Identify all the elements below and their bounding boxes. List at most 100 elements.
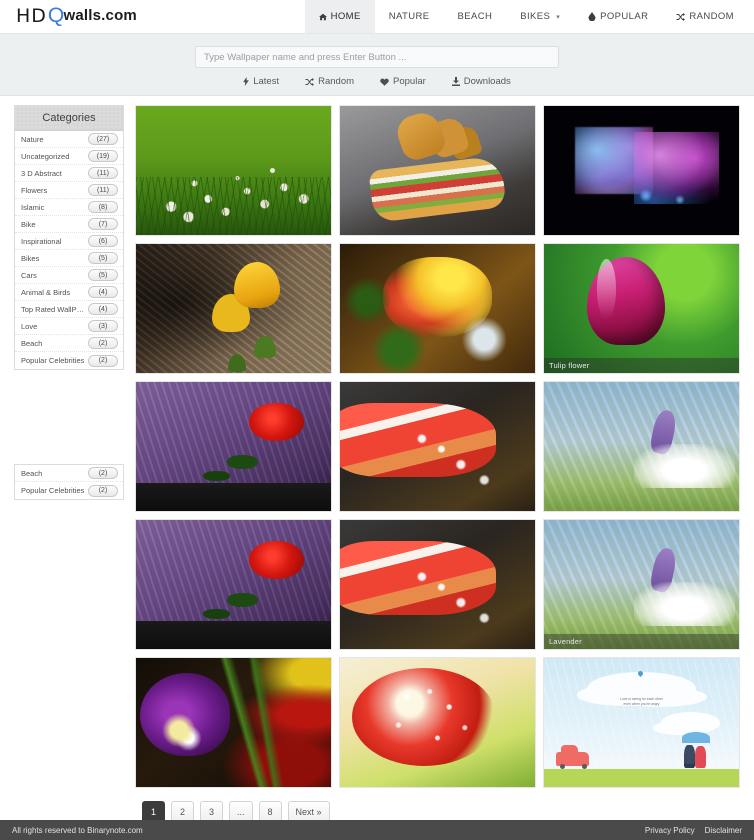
- sidebar-item-inspirational[interactable]: Inspirational (6): [15, 233, 123, 250]
- sidebar-item-cars[interactable]: Cars (5): [15, 267, 123, 284]
- category-count-badge: (8): [88, 201, 118, 213]
- wallpaper-tile[interactable]: [135, 243, 332, 374]
- nav-label-bikes: BIKES: [520, 11, 551, 22]
- category-count-badge: (5): [88, 252, 118, 264]
- categories-panel: Categories Nature (27) Uncategorized (19…: [14, 105, 124, 370]
- sidebar-item-uncategorized[interactable]: Uncategorized (19): [15, 148, 123, 165]
- category-count-badge: (2): [88, 484, 118, 497]
- wallpaper-tile[interactable]: Lavender: [543, 519, 740, 650]
- cartoon-quote-line2: even when you're angry: [623, 701, 660, 706]
- nav-item-nature[interactable]: NATURE: [375, 0, 444, 33]
- filter-links: Latest Random Popular Downloads: [0, 76, 754, 87]
- wallpaper-tile[interactable]: [135, 519, 332, 650]
- wallpaper-thumbnail: [544, 106, 739, 235]
- nav-label-beach: BEACH: [457, 11, 493, 22]
- wallpaper-thumbnail: [136, 520, 331, 649]
- wallpaper-thumbnail: [136, 244, 331, 373]
- filter-popular[interactable]: Popular: [380, 76, 426, 87]
- sidebar-item-nature[interactable]: Nature (27): [15, 131, 123, 148]
- category-count-badge: (4): [88, 303, 118, 315]
- wallpaper-tile[interactable]: Tulip flower: [543, 243, 740, 374]
- nav-item-popular[interactable]: POPULAR: [574, 0, 662, 33]
- sidebar-item-bikes[interactable]: Bikes (5): [15, 250, 123, 267]
- nav-item-home[interactable]: HOME: [304, 0, 375, 33]
- categories-overflow-panel: Beach (2) Popular Celebrities (2): [14, 464, 124, 500]
- category-label: 3 D Abstract: [21, 168, 62, 178]
- category-count-badge: (11): [88, 184, 118, 196]
- nav-item-beach[interactable]: BEACH: [444, 0, 507, 33]
- nav-item-random[interactable]: RANDOM: [662, 0, 748, 33]
- sidebar-item-animal-birds[interactable]: Animal & Birds (4): [15, 284, 123, 301]
- wallpaper-thumbnail: [136, 658, 331, 787]
- sidebar-item-beach[interactable]: Beach (2): [15, 335, 123, 352]
- wallpaper-tile[interactable]: [135, 381, 332, 512]
- category-label: Uncategorized: [21, 151, 70, 161]
- wallpaper-tile[interactable]: [135, 657, 332, 788]
- site-logo[interactable]: HD Qwalls.com: [0, 0, 137, 33]
- sidebar: Categories Nature (27) Uncategorized (19…: [14, 105, 124, 820]
- category-count-badge: (2): [88, 467, 118, 479]
- category-label: Beach: [21, 468, 43, 478]
- search-input[interactable]: [195, 46, 559, 68]
- nav-items: HOME NATURE BEACH BIKES ▾ POPULAR RANDOM: [304, 0, 754, 33]
- wallpaper-thumbnail: Love is caring for each other even when …: [544, 658, 739, 787]
- droplet-icon: [588, 12, 596, 21]
- shuffle-icon: [676, 12, 686, 21]
- sidebar-item-3d-abstract[interactable]: 3 D Abstract (11): [15, 165, 123, 182]
- footer-link-disclaimer[interactable]: Disclaimer: [705, 826, 742, 835]
- category-label: Animal & Birds: [21, 287, 71, 297]
- wallpaper-thumbnail: [544, 520, 739, 649]
- main-content: Categories Nature (27) Uncategorized (19…: [0, 96, 754, 823]
- footer-copyright: All rights reserved to Binarynote.com: [12, 825, 143, 835]
- sidebar-overflow-item-beach[interactable]: Beach (2): [15, 465, 123, 482]
- wallpaper-tile[interactable]: [135, 105, 332, 236]
- car-icon: [555, 744, 589, 770]
- sidebar-item-top-rated-wallpaper[interactable]: Top Rated WallPaper (4): [15, 301, 123, 318]
- sidebar-item-flowers[interactable]: Flowers (11): [15, 182, 123, 199]
- filter-label-popular: Popular: [393, 76, 426, 87]
- download-icon: [451, 77, 460, 86]
- category-count-badge: (3): [88, 320, 118, 332]
- wallpaper-tile[interactable]: [339, 381, 536, 512]
- page-root: HDQwalls.com HOME NATURE BEACH BIKES ▾: [0, 0, 754, 840]
- filter-random[interactable]: Random: [305, 76, 354, 87]
- wallpaper-tile[interactable]: [543, 105, 740, 236]
- cloud-icon: [661, 712, 720, 735]
- category-count-badge: (6): [88, 235, 118, 247]
- wallpaper-tile[interactable]: [339, 243, 536, 374]
- wallpaper-tile[interactable]: [339, 105, 536, 236]
- logo-text-walls: walls.com: [63, 7, 137, 24]
- category-label: Islamic: [21, 202, 45, 212]
- wallpaper-thumbnail: [136, 106, 331, 235]
- category-count-badge: (11): [88, 167, 118, 179]
- footer-links: Privacy Policy Disclaimer: [645, 826, 742, 835]
- category-label: Bikes: [21, 253, 40, 263]
- wallpaper-tile[interactable]: Love is caring for each other even when …: [543, 657, 740, 788]
- category-label: Flowers: [21, 185, 48, 195]
- filter-latest[interactable]: Latest: [243, 76, 279, 87]
- sidebar-overflow-item-popular-celebrities[interactable]: Popular Celebrities (2): [15, 482, 123, 499]
- wallpaper-tile[interactable]: [339, 519, 536, 650]
- category-count-badge: (7): [88, 218, 118, 230]
- category-count-badge: (4): [88, 286, 118, 298]
- wallpaper-tile[interactable]: [339, 657, 536, 788]
- nav-item-bikes[interactable]: BIKES ▾: [506, 0, 574, 33]
- sidebar-item-love[interactable]: Love (3): [15, 318, 123, 335]
- category-label: Popular Celebrities: [21, 356, 85, 365]
- sidebar-item-popular-celebrities[interactable]: Popular Celebrities (2): [15, 352, 123, 369]
- footer-link-privacy-policy[interactable]: Privacy Policy: [645, 826, 695, 835]
- couple-figure: [684, 737, 707, 768]
- sidebar-item-bike[interactable]: Bike (7): [15, 216, 123, 233]
- categories-panel-title: Categories: [15, 106, 123, 131]
- wallpaper-tile[interactable]: [543, 381, 740, 512]
- filter-label-latest: Latest: [253, 76, 280, 87]
- wallpaper-thumbnail: [340, 244, 535, 373]
- filter-downloads[interactable]: Downloads: [451, 76, 511, 87]
- sidebar-item-islamic[interactable]: Islamic (8): [15, 199, 123, 216]
- chevron-down-icon: ▾: [556, 13, 561, 21]
- logo-text-hd: HD: [16, 4, 47, 27]
- wallpaper-caption: Tulip flower: [544, 358, 739, 373]
- category-label: Love: [21, 321, 38, 331]
- category-label: Popular Celebrities: [21, 486, 85, 495]
